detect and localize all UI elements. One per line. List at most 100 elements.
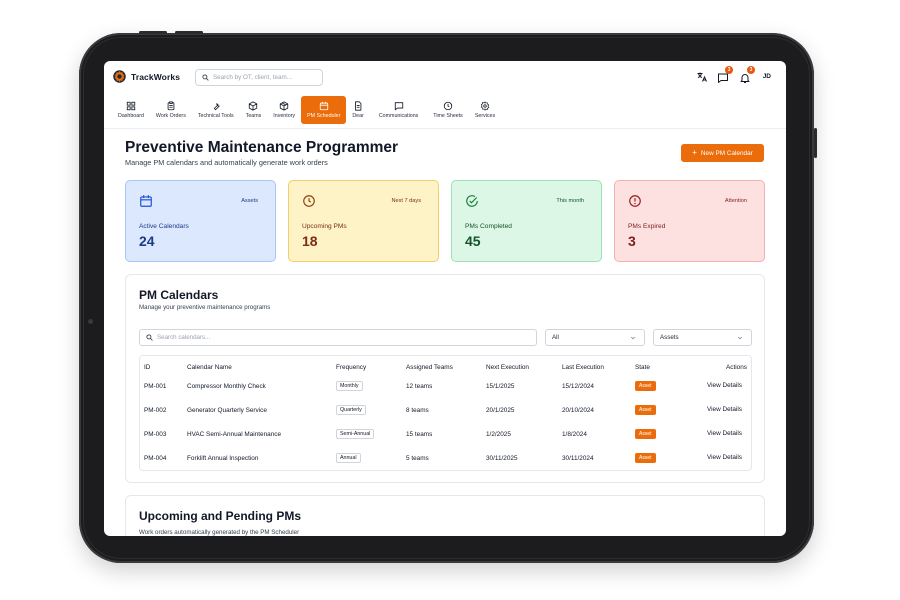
stat-tag: This month [556,198,584,204]
stat-value: 45 [465,233,481,249]
view-details-link[interactable]: View Details [707,382,742,389]
tablet-top-button [175,31,203,34]
column-header[interactable]: Last Execution [562,364,604,371]
table-row[interactable]: PM-003 HVAC Semi-Annual Maintenance Semi… [140,423,751,447]
column-header[interactable]: Calendar Name [187,364,232,371]
clock-icon [443,101,453,111]
main-nav: Dashboard Work Orders Technical Tools Te… [112,96,501,126]
column-header[interactable]: Assigned Teams [406,364,453,371]
cell-teams: 5 teams [406,455,429,462]
filter-select-value: All [552,334,559,341]
cell-name: Generator Quarterly Service [187,407,267,414]
pm-calendars-table: ID Calendar Name Frequency Assigned Team… [139,355,752,471]
view-details-link[interactable]: View Details [707,454,742,461]
nav-label: Time Sheets [433,113,463,119]
gear-icon [480,101,490,111]
nav-label: Inventory [273,113,296,119]
cell-id: PM-003 [144,431,167,438]
cell-last-execution: 30/11/2024 [562,455,594,462]
global-search[interactable] [195,69,323,86]
translate-icon[interactable] [696,71,708,83]
frequency-chip: Monthly [336,381,363,391]
state-badge: Asset [635,429,656,439]
type-select[interactable]: Assets [653,329,752,346]
column-header[interactable]: ID [144,364,150,371]
panel-title: PM Calendars [139,288,219,302]
calendar-search-input[interactable] [157,334,517,341]
clipboard-icon [167,101,175,111]
tablet-side-button [814,128,817,158]
nav-label: Dashboard [118,113,144,119]
calendar-search[interactable] [139,329,537,346]
nav-item-pm-scheduler[interactable]: PM Scheduler [301,96,347,124]
column-header[interactable]: State [635,364,650,371]
app-screen: TrackWorks 3 3 JD [104,61,786,536]
pm-calendars-panel: PM Calendars Manage your preventive main… [125,274,765,483]
table-row[interactable]: PM-004 Forklift Annual Inspection Annual… [140,447,751,471]
cell-id: PM-002 [144,407,167,414]
cell-last-execution: 15/12/2024 [562,383,594,390]
notifications-button[interactable]: 3 [739,66,755,83]
nav-item-communications[interactable]: Communications [370,96,427,124]
alert-circle-icon [629,195,641,207]
stat-tag: Next 7 days [391,198,421,204]
column-header[interactable]: Next Execution [486,364,529,371]
chat-button[interactable]: 3 [717,66,733,83]
nav-item-services[interactable]: Services [469,96,501,124]
box-icon [280,101,289,111]
view-details-link[interactable]: View Details [707,430,742,437]
filter-select[interactable]: All [545,329,645,346]
cell-next-execution: 1/2/2025 [486,431,511,438]
brand-name: TrackWorks [131,72,181,82]
nav-label: Teams [245,113,262,119]
dashboard-icon [126,101,136,111]
nav-label: Work Orders [155,113,186,119]
cell-name: HVAC Semi-Annual Maintenance [187,431,282,438]
page-subtitle: Manage PM calendars and automatically ge… [125,158,328,167]
nav-item-technical-tools[interactable]: Technical Tools [192,96,240,124]
top-header: TrackWorks 3 3 JD [104,61,786,95]
document-icon [355,101,362,111]
cell-last-execution: 20/10/2024 [562,407,594,414]
frequency-chip: Annual [336,453,361,463]
nav-label: Services [474,113,496,119]
nav-item-teams[interactable]: Teams [240,96,268,124]
nav-item-dear[interactable]: Dear [346,96,369,124]
user-avatar[interactable]: JD [763,73,771,80]
global-search-input[interactable] [212,74,322,81]
column-header[interactable]: Frequency [336,364,366,371]
stat-card-upcoming-pms: Next 7 days Upcoming PMs 18 [288,180,439,262]
cell-next-execution: 15/1/2025 [486,383,515,390]
nav-divider [104,128,786,129]
new-pm-calendar-button[interactable]: + New PM Calendar [681,144,764,162]
chevron-down-icon [631,336,635,340]
cell-teams: 15 teams [406,431,433,438]
table-row[interactable]: PM-002 Generator Quarterly Service Quart… [140,399,751,423]
plus-icon: + [692,148,697,157]
cell-id: PM-004 [144,455,167,462]
stat-card-pms-expired: Attention PMs Expired 3 [614,180,765,262]
logo-gear-icon [113,70,126,83]
stat-value: 24 [139,233,155,249]
nav-item-inventory[interactable]: Inventory [267,96,301,124]
stat-label: PMs Expired [628,223,666,230]
cube-icon [249,101,258,111]
panel-subtitle: Manage your preventive maintenance progr… [139,304,271,311]
nav-item-dashboard[interactable]: Dashboard [112,96,150,124]
state-badge: Asset [635,405,656,415]
new-pm-calendar-label: New PM Calendar [700,149,753,157]
search-icon [146,334,153,341]
cell-teams: 12 teams [406,383,433,390]
nav-item-work-orders[interactable]: Work Orders [150,96,192,124]
frequency-chip: Semi-Annual [336,429,375,439]
calendar-icon [140,195,152,207]
column-header[interactable]: Actions [726,364,747,371]
cell-name: Compressor Monthly Check [187,383,266,390]
view-details-link[interactable]: View Details [707,406,742,413]
state-badge: Asset [635,381,656,391]
cell-next-execution: 20/1/2025 [486,407,515,414]
table-row[interactable]: PM-001 Compressor Monthly Check Monthly … [140,375,751,399]
stat-value: 3 [628,233,636,249]
nav-item-time-sheets[interactable]: Time Sheets [427,96,469,124]
nav-label: PM Scheduler [307,113,341,119]
